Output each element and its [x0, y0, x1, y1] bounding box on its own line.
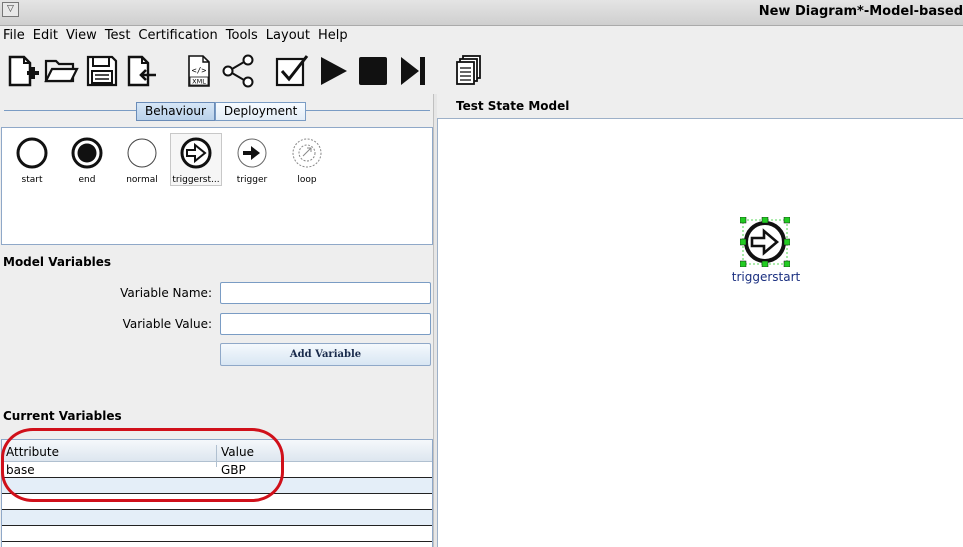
- row-attribute: base: [6, 463, 35, 477]
- table-row-empty: [2, 478, 432, 494]
- table-header: Attribute Value: [2, 440, 432, 467]
- palette-item-label: trigger: [236, 175, 268, 185]
- save-icon: [86, 55, 118, 87]
- start-state-icon: [16, 137, 48, 169]
- tab-behaviour[interactable]: Behaviour: [136, 102, 215, 121]
- table-row-empty: [2, 510, 432, 526]
- share-icon: [222, 54, 254, 88]
- play-icon: [321, 57, 347, 85]
- row-value: GBP: [221, 463, 246, 477]
- palette-item-loop[interactable]: loop: [281, 136, 333, 185]
- trigger-start-icon: [180, 137, 212, 169]
- diagram-canvas[interactable]: triggerstart: [437, 118, 963, 547]
- table-row-empty: [2, 526, 432, 542]
- menu-bar: File Edit View Test Certification Tools …: [0, 26, 963, 46]
- stop-icon: [359, 57, 387, 85]
- step-forward-icon: [401, 57, 425, 85]
- menu-view[interactable]: View: [63, 26, 102, 43]
- node-label: triggerstart: [731, 270, 801, 284]
- end-state-icon: [71, 137, 103, 169]
- tab-deployment[interactable]: Deployment: [214, 102, 307, 121]
- canvas-title: Test State Model: [456, 99, 570, 113]
- export-button[interactable]: [122, 52, 160, 90]
- stop-button[interactable]: [354, 52, 392, 90]
- model-variables-title: Model Variables: [3, 255, 112, 269]
- toolbar: </> XML: [0, 48, 963, 94]
- menu-file[interactable]: File: [0, 26, 30, 43]
- validate-check-icon: [275, 55, 309, 87]
- trigger-start-icon: [739, 216, 791, 268]
- palette-item-label: loop: [297, 175, 317, 185]
- run-button[interactable]: [314, 52, 352, 90]
- open-button[interactable]: [42, 52, 80, 90]
- export-icon: [127, 55, 156, 87]
- panel-tabs: Behaviour Deployment: [136, 102, 307, 121]
- palette-item-triggerstart[interactable]: triggerst...: [170, 133, 222, 186]
- palette-item-label: start: [21, 175, 43, 185]
- palette-item-label: triggerst...: [172, 175, 220, 185]
- window-title: New Diagram*-Model-based: [758, 4, 963, 19]
- new-diagram-button[interactable]: [4, 52, 42, 90]
- documents-button[interactable]: [450, 52, 488, 90]
- state-palette: start end normal triggerst... trigger lo…: [1, 127, 433, 245]
- normal-state-icon: [127, 138, 157, 168]
- variable-name-label: Variable Name:: [120, 286, 212, 300]
- variables-table: Attribute Value base GBP: [1, 439, 433, 547]
- xml-export-button[interactable]: </> XML: [180, 52, 218, 90]
- validate-button[interactable]: [273, 52, 311, 90]
- table-row-empty: [2, 494, 432, 510]
- menu-test[interactable]: Test: [102, 26, 136, 43]
- column-header-value[interactable]: Value: [221, 445, 254, 459]
- open-folder-icon: [44, 59, 79, 83]
- title-bar: ▽ New Diagram*-Model-based: [0, 0, 963, 26]
- column-header-attribute[interactable]: Attribute: [6, 445, 59, 459]
- palette-item-label: end: [78, 175, 96, 185]
- variable-name-input[interactable]: [220, 282, 431, 304]
- trigger-icon: [237, 138, 267, 168]
- menu-layout[interactable]: Layout: [263, 26, 315, 43]
- current-variables-title: Current Variables: [3, 409, 122, 423]
- svg-text:</>: </>: [192, 66, 207, 75]
- window-menu-icon[interactable]: ▽: [2, 2, 19, 17]
- save-button[interactable]: [83, 52, 121, 90]
- variable-value-input[interactable]: [220, 313, 431, 335]
- table-row[interactable]: base GBP: [2, 462, 432, 478]
- documents-icon: [456, 55, 481, 85]
- palette-item-label: normal: [126, 175, 158, 185]
- palette-item-normal[interactable]: normal: [116, 136, 168, 185]
- new-diagram-icon: [8, 55, 39, 87]
- step-button[interactable]: [394, 52, 432, 90]
- menu-tools[interactable]: Tools: [223, 26, 263, 43]
- loop-icon: [292, 138, 322, 168]
- palette-item-trigger[interactable]: trigger: [226, 136, 278, 185]
- triggerstart-node[interactable]: [739, 216, 791, 268]
- palette-item-start[interactable]: start: [6, 136, 58, 185]
- palette-item-end[interactable]: end: [61, 136, 113, 185]
- menu-edit[interactable]: Edit: [30, 26, 63, 43]
- menu-help[interactable]: Help: [315, 26, 353, 43]
- share-button[interactable]: [219, 52, 257, 90]
- xml-label: XML: [192, 78, 206, 86]
- menu-certification[interactable]: Certification: [135, 26, 222, 43]
- xml-file-icon: </> XML: [188, 55, 210, 87]
- variable-value-label: Variable Value:: [122, 317, 212, 331]
- add-variable-button[interactable]: Add Variable: [220, 343, 431, 366]
